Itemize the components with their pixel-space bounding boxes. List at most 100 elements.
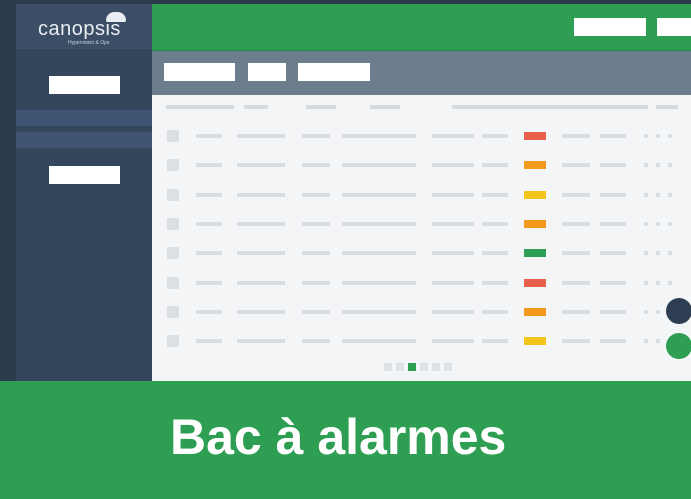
row-action-dot [668, 251, 672, 256]
severity-badge [524, 161, 546, 170]
table-cell [342, 134, 416, 138]
pagination-page[interactable] [384, 363, 392, 371]
table-cell [302, 192, 330, 197]
row-checkbox[interactable] [167, 188, 179, 201]
severity-badge [524, 307, 546, 316]
row-action-dot [656, 192, 660, 197]
table-cell [482, 221, 508, 226]
row-action-dot [656, 309, 660, 314]
pagination-page[interactable] [444, 363, 452, 371]
table-row[interactable] [152, 124, 691, 153]
table-cell [196, 309, 222, 314]
table-cell [562, 221, 590, 226]
table-cell [302, 251, 330, 256]
table-cell [342, 339, 416, 344]
table-cell [342, 192, 416, 197]
table-row[interactable] [152, 241, 691, 270]
row-checkbox[interactable] [167, 247, 179, 260]
table-header-cell [452, 105, 648, 109]
pagination-page[interactable] [432, 363, 440, 371]
table-row[interactable] [152, 183, 691, 212]
sidebar-subitem-2[interactable] [16, 132, 152, 148]
table-cell [600, 221, 626, 226]
table-cell [302, 339, 330, 344]
row-action-dot [656, 221, 660, 226]
table-cell [432, 192, 474, 197]
table-cell [196, 192, 222, 197]
pagination-page[interactable] [420, 363, 428, 371]
table-cell [237, 192, 285, 197]
row-action-dot [656, 339, 660, 344]
logo-subtitle: Hypervision & Ops [68, 40, 110, 46]
table-cell [432, 280, 474, 285]
table-cell [600, 134, 626, 138]
sidebar-item-1[interactable] [49, 76, 120, 94]
severity-badge [524, 249, 546, 258]
table-row[interactable] [152, 212, 691, 241]
table-cell [600, 339, 626, 344]
table-cell [432, 221, 474, 226]
sidebar-item-2[interactable] [49, 166, 120, 184]
row-action-dot [668, 280, 672, 285]
table-cell [237, 163, 285, 168]
green-action-button[interactable] [666, 333, 691, 359]
row-action-dot [668, 134, 672, 138]
row-checkbox[interactable] [167, 305, 179, 318]
dark-action-button[interactable] [666, 298, 691, 324]
table-cell [237, 221, 285, 226]
table-cell [432, 339, 474, 344]
row-action-dot [644, 192, 648, 197]
table-cell [562, 280, 590, 285]
topbar-button-1[interactable] [574, 18, 646, 36]
row-action-dot [644, 221, 648, 226]
table-row[interactable] [152, 153, 691, 182]
logo[interactable]: canopsis Hypervision & Ops [16, 4, 152, 51]
table-cell [342, 163, 416, 168]
row-action-dot [668, 221, 672, 226]
cloud-icon [106, 12, 126, 22]
pagination-current-page[interactable] [408, 363, 416, 371]
pagination-page[interactable] [396, 363, 404, 371]
table-cell [562, 339, 590, 344]
table-cell [196, 339, 222, 344]
toolbar-button-1[interactable] [164, 63, 235, 81]
table-cell [600, 192, 626, 197]
table-cell [302, 221, 330, 226]
table-row[interactable] [152, 271, 691, 300]
row-checkbox[interactable] [167, 335, 179, 348]
toolbar-button-3[interactable] [298, 63, 370, 81]
row-action-dot [644, 163, 648, 168]
table-cell [600, 163, 626, 168]
row-checkbox[interactable] [167, 159, 179, 172]
table-row[interactable] [152, 329, 691, 358]
table-header-cell [656, 105, 678, 109]
table-header-cell [306, 105, 336, 109]
row-action-dot [644, 251, 648, 256]
table-row[interactable] [152, 300, 691, 329]
table-header-cell [166, 105, 234, 109]
toolbar [152, 51, 691, 95]
table-cell [482, 163, 508, 168]
table-cell [600, 251, 626, 256]
row-checkbox[interactable] [167, 217, 179, 230]
table-cell [302, 134, 330, 138]
row-action-dot [644, 280, 648, 285]
sidebar-subitem-1[interactable] [16, 110, 152, 126]
toolbar-button-2[interactable] [248, 63, 286, 81]
row-action-dot [644, 309, 648, 314]
table-cell [302, 280, 330, 285]
row-action-dot [644, 134, 648, 138]
row-checkbox[interactable] [167, 130, 179, 142]
row-checkbox[interactable] [167, 276, 179, 289]
top-bar [152, 4, 691, 51]
table-cell [237, 280, 285, 285]
table-cell [432, 251, 474, 256]
severity-badge [524, 219, 546, 228]
table-cell [196, 280, 222, 285]
table-cell [302, 163, 330, 168]
topbar-button-2[interactable] [657, 18, 691, 36]
row-action-dot [656, 280, 660, 285]
table-header-cell [370, 105, 400, 109]
table-cell [600, 309, 626, 314]
table-cell [342, 280, 416, 285]
